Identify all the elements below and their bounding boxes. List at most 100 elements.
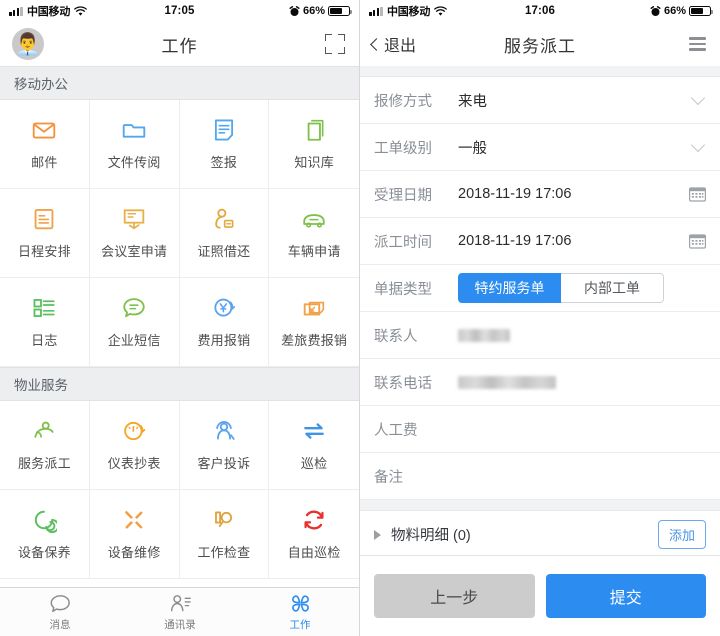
materials-title: 物料明细 (0) (391, 528, 471, 544)
app-cell-meter-reading[interactable]: 仪表抄表 (89, 401, 180, 490)
chevron-down-icon (690, 137, 706, 153)
scan-button[interactable] (325, 34, 345, 54)
app-cell-work-check[interactable]: 工作检查 (179, 490, 270, 579)
field-labor-cost[interactable]: 人工费 (360, 406, 720, 453)
tab-messages[interactable]: 消息 (0, 588, 120, 636)
status-bar-right: 中国移动 17:06 66% (360, 0, 720, 22)
field-contact-person[interactable]: 联系人 (360, 312, 720, 359)
tab-label: 通讯录 (164, 619, 196, 631)
field-label: 人工费 (374, 422, 418, 439)
status-bar-left: 中国移动 17:05 66% (0, 0, 359, 22)
app-cell-free-patrol[interactable]: 自由巡检 (269, 490, 359, 579)
hamburger-list-icon (689, 37, 706, 51)
field-label: 联系电话 (374, 375, 432, 392)
app-cell-license-borrow[interactable]: 证照借还 (179, 189, 270, 278)
form-footer: 上一步 提交 (360, 555, 720, 636)
field-dispatch-time[interactable]: 派工时间 2018-11-19 17:06 (360, 218, 720, 265)
app-cell-knowledge-base[interactable]: 知识库 (269, 100, 359, 189)
travel-expense-icon (301, 295, 327, 321)
work-grid-icon (289, 592, 312, 615)
field-report-method[interactable]: 报修方式 来电 (360, 77, 720, 124)
repair-tools-icon (121, 507, 147, 533)
app-cell-approval[interactable]: 签报 (179, 100, 270, 189)
field-value: 一般 (458, 140, 487, 157)
page-title: 服务派工 (504, 36, 576, 56)
app-label: 客户投诉 (197, 456, 251, 471)
app-grid-mobile-office: 邮件 文件传阅 签报 知识库 日程安排 会议室申请 证照借还 车辆申请 日志 企… (0, 100, 359, 367)
tab-label: 工作 (289, 619, 311, 631)
app-cell-customer-complaint[interactable]: 客户投诉 (179, 401, 270, 490)
work-check-icon (211, 507, 237, 533)
add-material-button[interactable]: 添加 (657, 520, 706, 549)
status-right-group: 66% (289, 5, 353, 17)
sms-bubble-icon (121, 295, 147, 321)
app-cell-schedule[interactable]: 日程安排 (0, 189, 90, 278)
app-cell-enterprise-sms[interactable]: 企业短信 (89, 278, 180, 367)
field-label: 联系人 (374, 328, 418, 345)
app-label: 邮件 (31, 155, 58, 170)
app-cell-expense-claim[interactable]: 费用报销 (179, 278, 270, 367)
materials-detail-row[interactable]: 物料明细 (0) 添加 (360, 511, 720, 555)
seg-option-special-service[interactable]: 特约服务单 (458, 273, 561, 303)
mail-icon (31, 117, 57, 143)
work-home-screen: 中国移动 17:05 66% 👨‍💼 工作 (0, 0, 360, 636)
field-label: 备注 (374, 469, 403, 486)
app-cell-travel-expense[interactable]: 差旅费报销 (269, 278, 359, 367)
avatar: 👨‍💼 (12, 28, 44, 60)
field-document-type: 单据类型 特约服务单 内部工单 (360, 265, 720, 312)
redacted-text (458, 375, 556, 389)
field-remark[interactable]: 备注 (360, 453, 720, 500)
tab-label: 消息 (49, 619, 71, 631)
alarm-clock-icon (289, 5, 300, 16)
field-value-redacted (458, 327, 706, 343)
app-label: 企业短信 (107, 333, 161, 348)
app-cell-equipment-repair[interactable]: 设备维修 (89, 490, 180, 579)
app-label: 服务派工 (17, 456, 71, 471)
tab-work[interactable]: 工作 (240, 588, 359, 636)
app-cell-meeting-room[interactable]: 会议室申请 (89, 189, 180, 278)
previous-step-button[interactable]: 上一步 (374, 574, 535, 618)
app-cell-mail[interactable]: 邮件 (0, 100, 90, 189)
document-sign-icon (211, 117, 237, 143)
app-label: 日志 (31, 333, 58, 348)
app-cell-patrol[interactable]: 巡检 (269, 401, 359, 490)
page-title: 工作 (161, 36, 198, 56)
field-order-level[interactable]: 工单级别 一般 (360, 124, 720, 171)
app-label: 差旅费报销 (281, 333, 348, 348)
field-value: 2018-11-19 17:06 (458, 186, 572, 202)
battery-percent: 66% (302, 5, 325, 17)
field-contact-phone[interactable]: 联系电话 (360, 359, 720, 406)
maintenance-spiral-icon (31, 507, 58, 533)
submit-button[interactable]: 提交 (545, 574, 706, 618)
app-grid-property-service: 服务派工 仪表抄表 客户投诉 巡检 设备保养 设备维修 工作检查 自由巡检 (0, 401, 359, 579)
app-label: 自由巡检 (287, 545, 341, 560)
calendar-icon (689, 186, 706, 202)
alarm-clock-icon (650, 5, 661, 16)
form-section-spacer (360, 500, 720, 511)
battery-percent: 66% (663, 5, 686, 17)
tab-contacts[interactable]: 通讯录 (120, 588, 240, 636)
field-accept-date[interactable]: 受理日期 2018-11-19 17:06 (360, 171, 720, 218)
app-cell-equipment-maintenance[interactable]: 设备保养 (0, 490, 90, 579)
app-label: 会议室申请 (101, 244, 168, 259)
app-cell-log[interactable]: 日志 (0, 278, 90, 367)
avatar-button[interactable]: 👨‍💼 (12, 28, 44, 60)
seg-option-internal-order[interactable]: 内部工单 (561, 273, 664, 303)
dispatch-form: 报修方式 来电 工单级别 一般 受理日期 2018-11-19 17:06 派工… (360, 66, 720, 555)
section-header-mobile-office: 移动办公 (0, 66, 359, 100)
app-label: 费用报销 (197, 333, 251, 348)
app-cell-vehicle-request[interactable]: 车辆申请 (269, 189, 359, 278)
app-label: 文件传阅 (107, 155, 161, 170)
app-cell-service-dispatch[interactable]: 服务派工 (0, 401, 90, 490)
menu-button[interactable] (689, 37, 706, 51)
book-stack-icon (301, 117, 327, 143)
chevron-down-icon (690, 90, 706, 106)
service-dispatch-form-screen: 中国移动 17:06 66% 退出 服务派工 报修方式 来电 工单级别 一般 受… (360, 0, 720, 636)
back-label: 退出 (384, 38, 417, 55)
meeting-room-icon (121, 206, 147, 232)
back-button[interactable]: 退出 (370, 32, 417, 56)
app-label: 仪表抄表 (107, 456, 161, 471)
chevron-left-icon (370, 37, 383, 51)
app-cell-file-circulation[interactable]: 文件传阅 (89, 100, 180, 189)
calendar-icon (689, 233, 706, 249)
